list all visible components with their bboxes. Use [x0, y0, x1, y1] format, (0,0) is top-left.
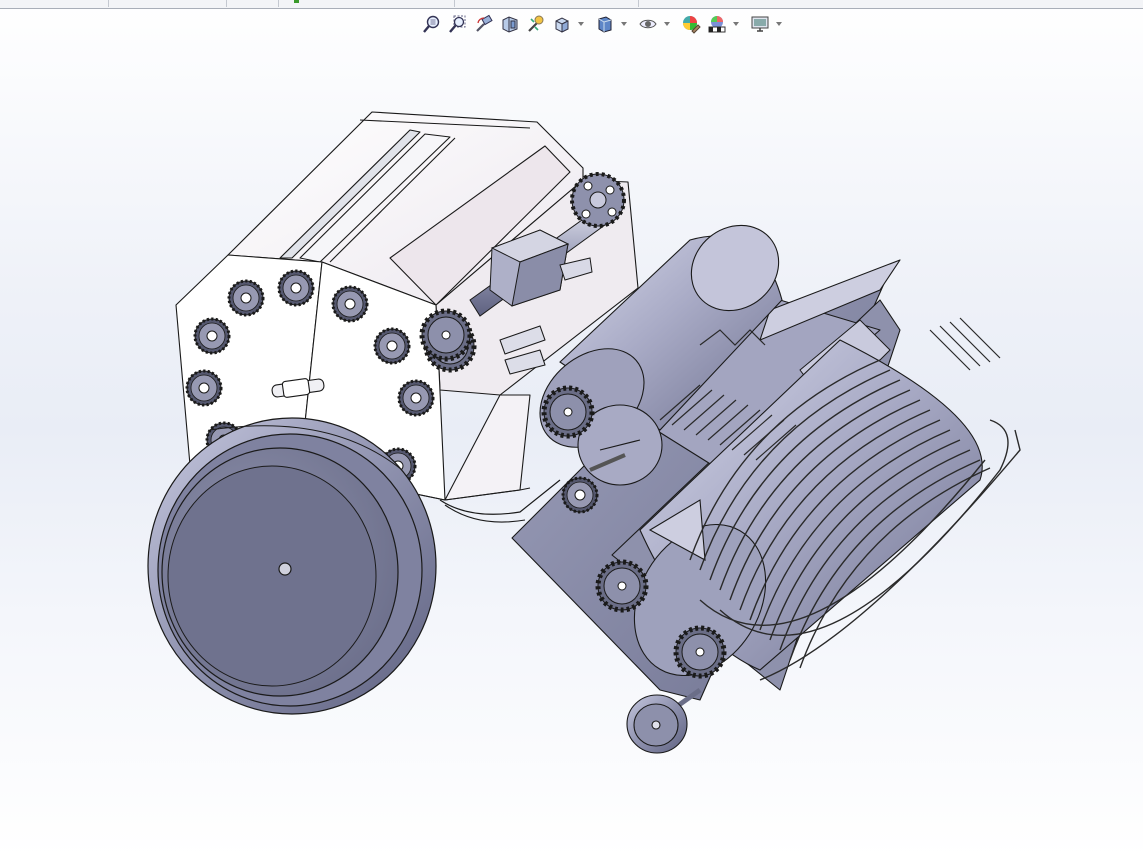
apply-scene-dropdown[interactable]: [731, 12, 740, 36]
tab-strip-item[interactable]: [226, 0, 279, 7]
tab-strip-item[interactable]: [0, 0, 109, 7]
hide-show-items-icon[interactable]: [636, 12, 660, 36]
tab-strip-item[interactable]: [108, 0, 227, 7]
top-tab-strip: [0, 0, 1143, 9]
view-orientation-icon[interactable]: [550, 12, 574, 36]
hide-show-items-dropdown[interactable]: [662, 12, 671, 36]
large-wheel[interactable]: [147, 417, 437, 715]
edit-appearance-icon[interactable]: [679, 12, 703, 36]
tab-strip-item[interactable]: [638, 0, 1143, 7]
view-orientation-dropdown[interactable]: [576, 12, 585, 36]
apply-scene-icon[interactable]: [705, 12, 729, 36]
dynamic-annotation-views-icon[interactable]: [524, 12, 548, 36]
display-style-icon[interactable]: [593, 12, 617, 36]
zoom-to-fit-icon[interactable]: [420, 12, 444, 36]
previous-view-icon[interactable]: [472, 12, 496, 36]
view-settings-dropdown[interactable]: [774, 12, 783, 36]
zoom-to-area-icon[interactable]: [446, 12, 470, 36]
graphics-area[interactable]: [0, 40, 1143, 858]
small-gauge-wheel[interactable]: [626, 687, 702, 754]
tab-strip-item[interactable]: [454, 0, 639, 7]
section-view-icon[interactable]: [498, 12, 522, 36]
tab-strip-item[interactable]: [278, 0, 455, 7]
heads-up-view-toolbar: [420, 11, 783, 37]
view-settings-icon[interactable]: [748, 12, 772, 36]
display-style-dropdown[interactable]: [619, 12, 628, 36]
